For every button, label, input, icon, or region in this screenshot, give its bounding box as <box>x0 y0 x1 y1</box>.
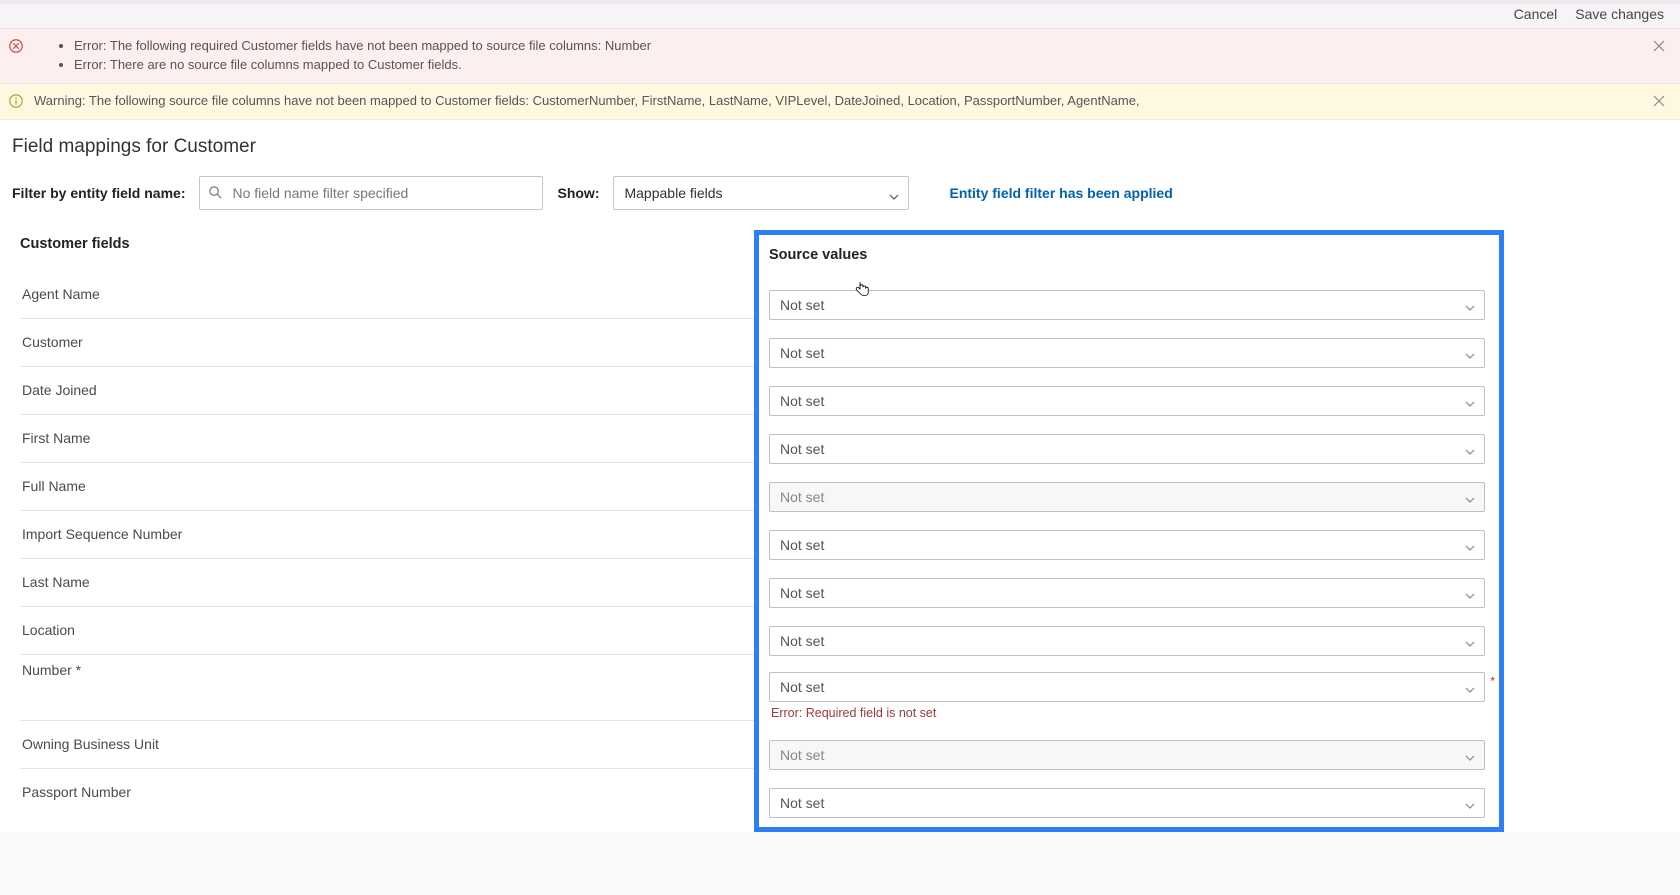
source-value-row: Not set <box>769 779 1489 827</box>
source-value-text: Not set <box>769 626 1485 656</box>
search-icon <box>208 185 223 200</box>
field-label: First Name <box>22 430 90 446</box>
source-value-row: Not set <box>769 473 1489 521</box>
source-value-text: Not set <box>769 788 1485 818</box>
source-value-text: Not set <box>769 578 1485 608</box>
source-value-select[interactable]: Not set <box>769 386 1485 416</box>
field-label: Date Joined <box>22 382 97 398</box>
cancel-button[interactable]: Cancel <box>1514 6 1558 22</box>
field-error-message: Error: Required field is not set <box>769 706 936 720</box>
source-value-select[interactable]: Not set <box>769 338 1485 368</box>
source-value-select[interactable]: Not set <box>769 578 1485 608</box>
source-value-row: Not set <box>769 731 1489 779</box>
source-value-text: Not set <box>769 672 1485 702</box>
source-value-row: Not set <box>769 569 1489 617</box>
source-value-row: Not set <box>769 521 1489 569</box>
source-value-text: Not set <box>769 740 1485 770</box>
field-label: Location <box>22 622 75 638</box>
required-indicator: * <box>1490 674 1495 688</box>
source-value-row: Not set <box>769 377 1489 425</box>
source-values-highlight: Source values Not setNot setNot setNot s… <box>754 230 1504 832</box>
source-value-text: Not set <box>769 386 1485 416</box>
info-icon <box>8 93 24 109</box>
source-value-text: Not set <box>769 482 1485 512</box>
error-alert: Error: The following required Customer f… <box>0 28 1680 84</box>
source-value-row: Not set <box>769 329 1489 377</box>
source-values-column: Source values Not setNot setNot setNot s… <box>769 241 1489 827</box>
source-value-select[interactable]: Not set <box>769 530 1485 560</box>
close-icon[interactable] <box>1652 94 1666 108</box>
field-label: Number * <box>22 662 81 678</box>
field-row: Date Joined <box>20 366 754 414</box>
field-row: Owning Business Unit <box>20 720 754 768</box>
field-label: Agent Name <box>22 286 100 302</box>
field-row: Import Sequence Number <box>20 510 754 558</box>
page-body: Field mappings for Customer Filter by en… <box>0 120 1680 832</box>
field-row: First Name <box>20 414 754 462</box>
show-label: Show: <box>557 185 599 201</box>
source-value-select[interactable]: Not set <box>769 626 1485 656</box>
controls-row: Filter by entity field name: Show: Mappa… <box>12 176 1668 210</box>
field-row: Full Name <box>20 462 754 510</box>
customer-fields-header: Customer fields <box>20 230 754 270</box>
header-bar: Cancel Save changes <box>0 4 1680 28</box>
filter-label: Filter by entity field name: <box>12 185 185 201</box>
field-label: Last Name <box>22 574 90 590</box>
source-value-select: Not set <box>769 740 1485 770</box>
error-item: Error: The following required Customer f… <box>74 37 651 56</box>
page-title: Field mappings for Customer <box>12 136 1668 158</box>
field-row: Customer <box>20 318 754 366</box>
source-value-text: Not set <box>769 530 1485 560</box>
source-value-row: Not set <box>769 281 1489 329</box>
source-value-select[interactable]: Not set* <box>769 672 1485 702</box>
error-list: Error: The following required Customer f… <box>74 37 651 75</box>
field-row: Passport Number <box>20 768 754 816</box>
field-row: Agent Name <box>20 270 754 318</box>
field-label: Import Sequence Number <box>22 526 182 542</box>
source-value-row: Not set <box>769 617 1489 665</box>
field-label: Customer <box>22 334 83 350</box>
source-value-select[interactable]: Not set <box>769 434 1485 464</box>
error-icon <box>8 38 24 54</box>
filter-input[interactable] <box>199 176 543 210</box>
close-icon[interactable] <box>1652 39 1666 53</box>
field-row: Last Name <box>20 558 754 606</box>
filter-applied-message: Entity field filter has been applied <box>949 185 1172 201</box>
source-value-text: Not set <box>769 290 1485 320</box>
save-changes-button[interactable]: Save changes <box>1575 6 1664 22</box>
source-value-text: Not set <box>769 434 1485 464</box>
warning-text: Warning: The following source file colum… <box>34 92 1140 111</box>
field-row: Number * <box>20 654 754 720</box>
field-label: Passport Number <box>22 784 131 800</box>
field-label: Owning Business Unit <box>22 736 159 752</box>
field-row: Location <box>20 606 754 654</box>
show-select-value: Mappable fields <box>613 176 909 210</box>
show-select[interactable]: Mappable fields <box>613 176 909 210</box>
customer-fields-column: Customer fields Agent Name Customer Date J… <box>12 230 754 816</box>
source-value-select[interactable]: Not set <box>769 788 1485 818</box>
source-value-row: Not set* Error: Required field is not set <box>769 665 1489 731</box>
field-label: Full Name <box>22 478 86 494</box>
warning-alert: Warning: The following source file colum… <box>0 84 1680 120</box>
source-values-header: Source values <box>769 241 1489 281</box>
source-value-select: Not set <box>769 482 1485 512</box>
source-value-select[interactable]: Not set <box>769 290 1485 320</box>
error-item: Error: There are no source file columns … <box>74 56 651 75</box>
source-value-row: Not set <box>769 425 1489 473</box>
source-value-text: Not set <box>769 338 1485 368</box>
